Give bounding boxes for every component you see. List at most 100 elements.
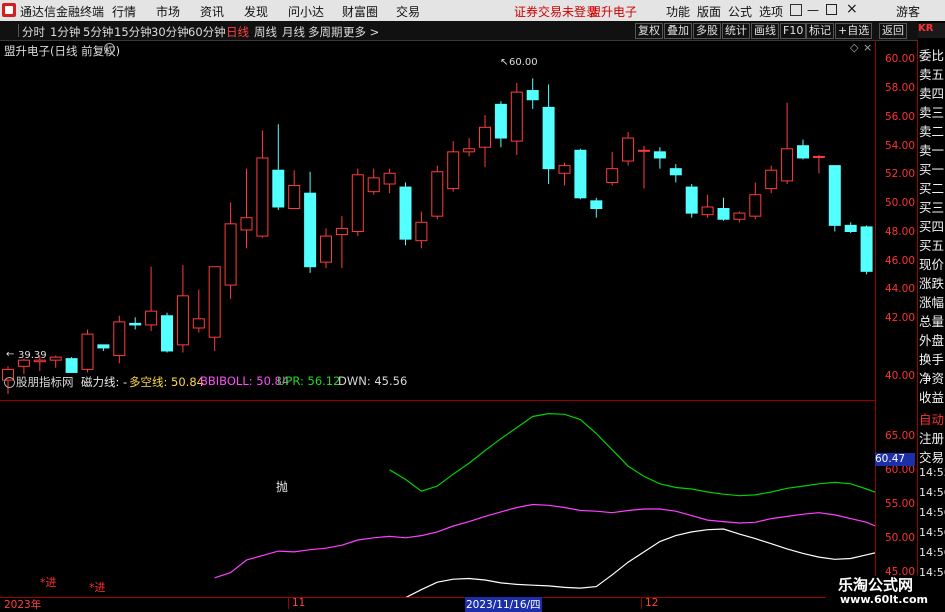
candle-body bbox=[272, 169, 285, 208]
menu-xuanxiang[interactable]: 选项 bbox=[759, 3, 783, 20]
side-item[interactable]: 交易 bbox=[919, 447, 944, 466]
menu-banmian[interactable]: 版面 bbox=[697, 3, 721, 20]
candle bbox=[479, 115, 491, 168]
side-item[interactable]: 换手 bbox=[919, 349, 944, 368]
side-item[interactable]: 买一 bbox=[919, 159, 944, 178]
period-5min[interactable]: 5分钟 bbox=[83, 24, 113, 40]
candle-body bbox=[622, 137, 635, 162]
side-item[interactable]: 涨幅 bbox=[919, 292, 944, 311]
period-15min[interactable]: 15分钟 bbox=[114, 24, 152, 40]
candle-body bbox=[113, 321, 126, 357]
overlay-button[interactable]: 叠加 bbox=[664, 23, 692, 39]
price-tick: 46.00 bbox=[884, 255, 915, 267]
side-item[interactable]: 收益 bbox=[919, 387, 944, 406]
candle bbox=[733, 211, 746, 223]
indicator-chart bbox=[214, 412, 875, 597]
candle bbox=[192, 289, 205, 333]
period-1min[interactable]: 1分钟 bbox=[50, 24, 80, 40]
period-monthly[interactable]: 月线 bbox=[282, 24, 305, 40]
side-item[interactable]: 买五 bbox=[919, 235, 944, 254]
period-fenshi[interactable]: 分时 bbox=[22, 24, 45, 40]
indicator-toggle-icon[interactable] bbox=[4, 377, 15, 388]
series-line bbox=[405, 528, 875, 597]
candle bbox=[844, 222, 857, 234]
side-item[interactable]: 买二 bbox=[919, 178, 944, 197]
candle bbox=[622, 131, 635, 166]
minimize-icon[interactable]: — bbox=[807, 3, 819, 17]
menu-wenxiaoda[interactable]: 问小达 bbox=[288, 3, 324, 20]
app-logo-icon bbox=[2, 3, 16, 17]
watermark: 乐淘公式网 www.60lt.com bbox=[826, 576, 945, 609]
period-weekly[interactable]: 周线 bbox=[254, 24, 277, 40]
price-tick: 48.00 bbox=[884, 226, 915, 238]
menu-hangqing[interactable]: 行情 bbox=[112, 3, 136, 20]
period-30min[interactable]: 30分钟 bbox=[151, 24, 189, 40]
draw-button[interactable]: 画线 bbox=[751, 23, 779, 39]
candle bbox=[781, 102, 794, 184]
side-item[interactable]: 外盘 bbox=[919, 330, 944, 349]
candle-body bbox=[606, 168, 619, 183]
back-button[interactable]: 返回 bbox=[879, 23, 907, 39]
side-item[interactable]: 注册 bbox=[919, 428, 944, 447]
side-item[interactable]: 卖二 bbox=[919, 121, 944, 140]
skin-icon[interactable] bbox=[790, 4, 802, 16]
period-daily[interactable]: 日线 bbox=[226, 24, 249, 40]
side-item[interactable]: 卖四 bbox=[919, 83, 944, 102]
candle-body bbox=[558, 165, 571, 174]
f10-button[interactable]: F10 bbox=[780, 23, 807, 39]
side-item[interactable]: 净资 bbox=[919, 368, 944, 387]
kr-label: KR bbox=[918, 23, 945, 38]
candle bbox=[335, 216, 348, 269]
candle-body bbox=[494, 103, 507, 139]
app-title: 通达信金融终端 bbox=[20, 5, 105, 19]
candle bbox=[685, 184, 698, 218]
side-item[interactable]: 委比 bbox=[919, 45, 944, 64]
candle bbox=[272, 124, 285, 211]
multi-stock-button[interactable]: 多股 bbox=[693, 23, 721, 39]
fuquan-button[interactable]: 复权 bbox=[635, 23, 663, 39]
candle bbox=[638, 145, 650, 189]
side-item[interactable]: 买四 bbox=[919, 216, 944, 235]
candle-body bbox=[208, 266, 221, 338]
add-watchlist-button[interactable]: +自选 bbox=[835, 23, 873, 39]
side-item[interactable]: 卖一 bbox=[919, 140, 944, 159]
candle bbox=[463, 138, 476, 157]
candle-body bbox=[145, 310, 158, 326]
menu-gongshi[interactable]: 公式 bbox=[728, 3, 752, 20]
period-60min[interactable]: 60分钟 bbox=[188, 24, 226, 40]
candle bbox=[431, 165, 444, 220]
menu-jiaoyi[interactable]: 交易 bbox=[396, 3, 420, 20]
menu-caifuquan[interactable]: 财富圈 bbox=[342, 3, 378, 20]
sell-marker: 抛 bbox=[276, 480, 289, 494]
menu-shichang[interactable]: 市场 bbox=[156, 3, 180, 20]
side-item[interactable]: 自动 bbox=[919, 409, 944, 428]
candle bbox=[49, 355, 62, 368]
candle-body bbox=[288, 185, 301, 210]
mark-button[interactable]: 标记 bbox=[806, 23, 834, 39]
candle bbox=[860, 225, 873, 275]
side-item[interactable]: 卖三 bbox=[919, 102, 944, 121]
side-item[interactable]: 涨跌 bbox=[919, 273, 944, 292]
close-icon[interactable]: × bbox=[846, 1, 858, 17]
side-item[interactable]: 买三 bbox=[919, 197, 944, 216]
candle bbox=[320, 228, 332, 269]
candle-body bbox=[479, 126, 491, 148]
candle bbox=[304, 171, 317, 273]
period-more[interactable]: 更多 > bbox=[343, 24, 379, 40]
side-item[interactable]: 现价 bbox=[919, 254, 944, 273]
candle-body bbox=[701, 206, 714, 216]
side-item[interactable]: 卖五 bbox=[919, 64, 944, 83]
login-notice[interactable]: 证券交易未登录 bbox=[514, 3, 598, 20]
stats-button[interactable]: 统计 bbox=[722, 23, 750, 39]
menu-gongneng[interactable]: 功能 bbox=[666, 3, 690, 20]
maximize-icon[interactable] bbox=[826, 4, 837, 15]
side-item[interactable]: 总量 bbox=[919, 311, 944, 330]
candle-body bbox=[590, 200, 603, 210]
price-tick: 60.00 bbox=[884, 53, 915, 65]
menu-faxian[interactable]: 发现 bbox=[244, 3, 268, 20]
period-multi[interactable]: 多周期 bbox=[308, 24, 343, 40]
candle bbox=[653, 147, 666, 169]
guest-label[interactable]: 游客 bbox=[896, 3, 920, 20]
menu-zixun[interactable]: 资讯 bbox=[200, 3, 224, 20]
low-annotation: 39.39 bbox=[18, 350, 47, 361]
